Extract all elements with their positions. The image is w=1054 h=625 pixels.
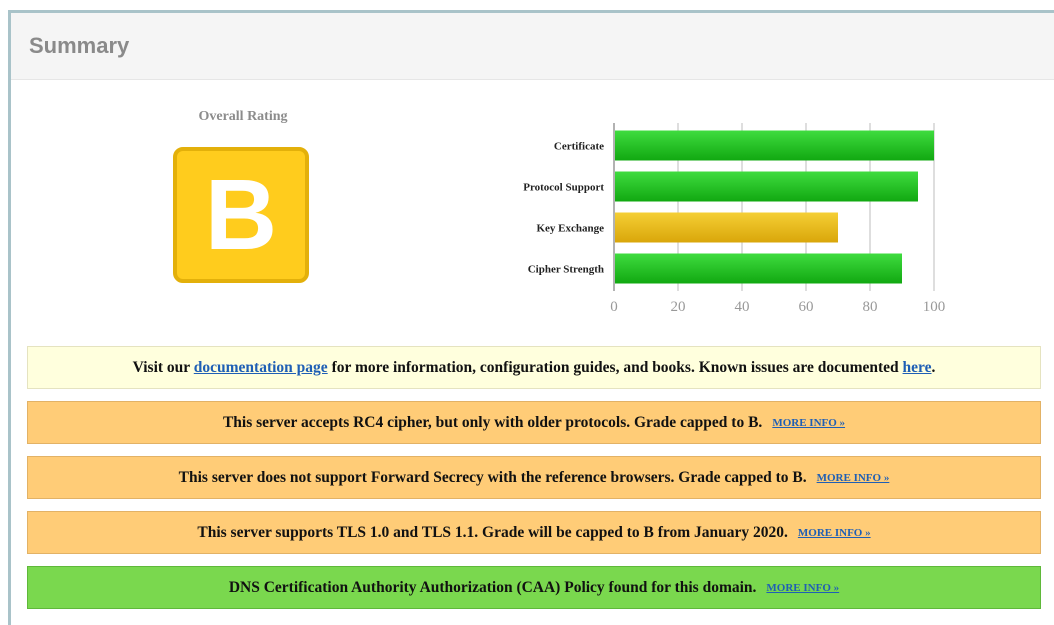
documentation-notice: Visit our documentation page for more in… [27, 346, 1041, 389]
page-title: Summary [29, 33, 130, 58]
bar-cipher-strength [615, 253, 902, 284]
category-label: Protocol Support [523, 182, 604, 194]
caa-notice: DNS Certification Authority Authorizatio… [27, 566, 1041, 609]
doc-notice-middle: for more information, configuration guid… [327, 358, 903, 376]
forward-secrecy-warning: This server does not support Forward Sec… [27, 456, 1041, 499]
rc4-more-info-link[interactable]: MORE INFO » [772, 417, 845, 429]
grade-badge: B [173, 147, 309, 283]
caa-more-info-link[interactable]: MORE INFO » [766, 582, 839, 594]
forward-secrecy-more-info-link[interactable]: MORE INFO » [817, 472, 890, 484]
doc-notice-prefix: Visit our [132, 358, 194, 376]
documentation-page-link[interactable]: documentation page [194, 359, 328, 377]
x-tick-label: 100 [923, 299, 946, 315]
overall-rating-label: Overall Rating [198, 109, 288, 124]
x-tick-label: 60 [799, 299, 814, 315]
category-label: Certificate [554, 141, 604, 153]
forward-secrecy-warning-text: This server does not support Forward Sec… [178, 468, 807, 486]
category-label: Cipher Strength [528, 264, 604, 276]
rating-chart: 0 20 40 60 80 100 Certificate Protocol Support K… [491, 119, 961, 334]
doc-notice-suffix: . [931, 358, 936, 376]
rating-chart-svg: 0 20 40 60 80 100 Certificate Protocol Support K… [523, 123, 946, 315]
x-tick-label: 80 [863, 299, 878, 315]
x-tick-label: 40 [735, 299, 750, 315]
rc4-warning-text: This server accepts RC4 cipher, but only… [222, 413, 763, 431]
summary-header: Summary [11, 13, 1054, 80]
bar-protocol-support [615, 171, 918, 202]
summary-panel: Summary Overall Rating B 0 20 40 60 80 100 Cer… [8, 10, 1054, 625]
grade-letter: B [204, 159, 278, 271]
tls-warning: This server supports TLS 1.0 and TLS 1.1… [27, 511, 1041, 554]
known-issues-link[interactable]: here [903, 359, 932, 377]
tls-warning-text: This server supports TLS 1.0 and TLS 1.1… [197, 523, 788, 541]
bar-key-exchange [615, 212, 838, 243]
x-tick-label: 20 [671, 299, 686, 315]
tls-more-info-link[interactable]: MORE INFO » [798, 527, 871, 539]
caa-notice-text: DNS Certification Authority Authorizatio… [228, 578, 757, 596]
rc4-warning: This server accepts RC4 cipher, but only… [27, 401, 1041, 444]
bar-certificate [615, 130, 934, 161]
category-label: Key Exchange [536, 223, 604, 235]
x-tick-label: 0 [610, 299, 618, 315]
